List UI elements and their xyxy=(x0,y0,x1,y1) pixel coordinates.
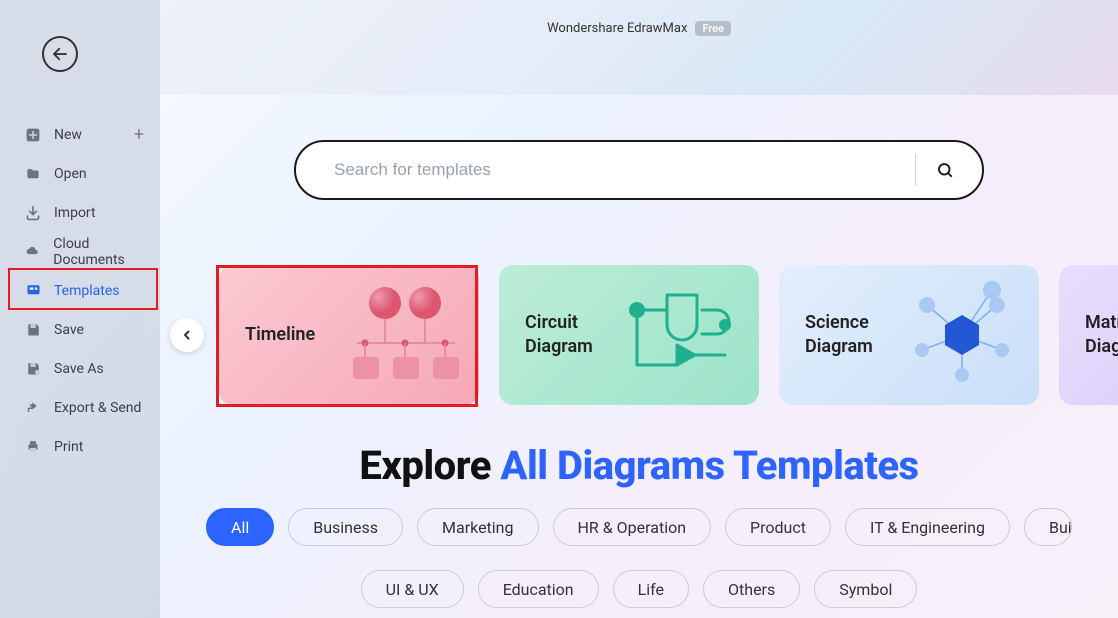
import-icon xyxy=(24,204,42,222)
sidebar-item-save[interactable]: Save xyxy=(0,310,160,349)
heading-prefix: Explore xyxy=(359,442,500,489)
search-divider xyxy=(915,154,916,186)
template-cards-row: Timeline Circuit Diagram xyxy=(219,265,1118,405)
chip-education[interactable]: Education xyxy=(478,570,599,608)
search-icon[interactable] xyxy=(936,161,954,179)
sidebar-item-import[interactable]: Import xyxy=(0,193,160,232)
back-button[interactable] xyxy=(42,36,78,72)
arrow-left-icon xyxy=(51,45,69,63)
chip-others[interactable]: Others xyxy=(703,570,800,608)
chip-symbol[interactable]: Symbol xyxy=(814,570,917,608)
plus-square-icon xyxy=(24,126,42,144)
save-as-icon xyxy=(24,360,42,378)
sidebar-item-label: Import xyxy=(54,205,96,221)
category-chips: All Business Marketing HR & Operation Pr… xyxy=(160,508,1118,608)
circuit-graphic-icon xyxy=(617,275,747,395)
sidebar-item-export[interactable]: Export & Send xyxy=(0,388,160,427)
chip-building[interactable]: Buil xyxy=(1024,508,1072,546)
sidebar-item-label: Save xyxy=(54,322,84,338)
chevron-left-icon xyxy=(182,330,192,340)
template-card-timeline[interactable]: Timeline xyxy=(219,265,479,405)
template-card-circuit[interactable]: Circuit Diagram xyxy=(499,265,759,405)
plus-icon[interactable]: + xyxy=(134,124,144,145)
sidebar-item-save-as[interactable]: Save As xyxy=(0,349,160,388)
timeline-graphic-icon xyxy=(337,275,467,395)
main-content: Timeline Circuit Diagram xyxy=(160,95,1118,618)
sidebar-item-label: Open xyxy=(54,166,87,182)
chip-hr-operation[interactable]: HR & Operation xyxy=(553,508,712,546)
chip-product[interactable]: Product xyxy=(725,508,831,546)
template-icon xyxy=(24,282,42,300)
sidebar-item-label: New xyxy=(54,127,82,143)
app-title: Wondershare EdrawMax xyxy=(547,21,687,36)
export-icon xyxy=(24,399,42,417)
carousel-prev-button[interactable] xyxy=(170,318,204,352)
folder-icon xyxy=(24,165,42,183)
sidebar-item-print[interactable]: Print xyxy=(0,427,160,466)
sidebar-item-open[interactable]: Open xyxy=(0,154,160,193)
top-bar: Wondershare EdrawMax Free xyxy=(160,0,1118,56)
chip-marketing[interactable]: Marketing xyxy=(417,508,538,546)
card-title: Matri Diagr xyxy=(1085,311,1118,360)
sidebar-item-label: Print xyxy=(54,439,83,455)
cloud-icon xyxy=(24,243,41,261)
search-input[interactable] xyxy=(334,160,903,180)
save-icon xyxy=(24,321,42,339)
card-title: Circuit Diagram xyxy=(525,311,635,360)
sidebar-item-label: Cloud Documents xyxy=(53,236,160,268)
sidebar-item-label: Export & Send xyxy=(54,400,141,416)
chip-all[interactable]: All xyxy=(206,508,274,546)
template-card-matrix[interactable]: Matri Diagr xyxy=(1059,265,1118,405)
sidebar-item-label: Save As xyxy=(54,361,104,377)
sidebar-item-label: Templates xyxy=(54,283,120,299)
sidebar-item-templates[interactable]: Templates xyxy=(0,271,160,310)
sidebar: New + Open Import Cloud Documents Temp xyxy=(0,0,160,618)
template-card-science[interactable]: Science Diagram xyxy=(779,265,1039,405)
science-graphic-icon xyxy=(897,275,1027,395)
card-title: Science Diagram xyxy=(805,311,915,360)
heading-highlight: All Diagrams Templates xyxy=(500,442,918,489)
chip-business[interactable]: Business xyxy=(288,508,403,546)
card-title: Timeline xyxy=(245,323,315,347)
sidebar-item-new[interactable]: New + xyxy=(0,115,160,154)
free-badge: Free xyxy=(695,21,731,36)
search-bar[interactable] xyxy=(294,140,984,200)
print-icon xyxy=(24,438,42,456)
chip-ui-ux[interactable]: UI & UX xyxy=(361,570,464,608)
sidebar-item-cloud[interactable]: Cloud Documents xyxy=(0,232,160,271)
explore-heading: Explore All Diagrams Templates xyxy=(160,442,1118,489)
chip-life[interactable]: Life xyxy=(613,570,689,608)
chip-it-engineering[interactable]: IT & Engineering xyxy=(845,508,1010,546)
sidebar-menu: New + Open Import Cloud Documents Temp xyxy=(0,115,160,466)
